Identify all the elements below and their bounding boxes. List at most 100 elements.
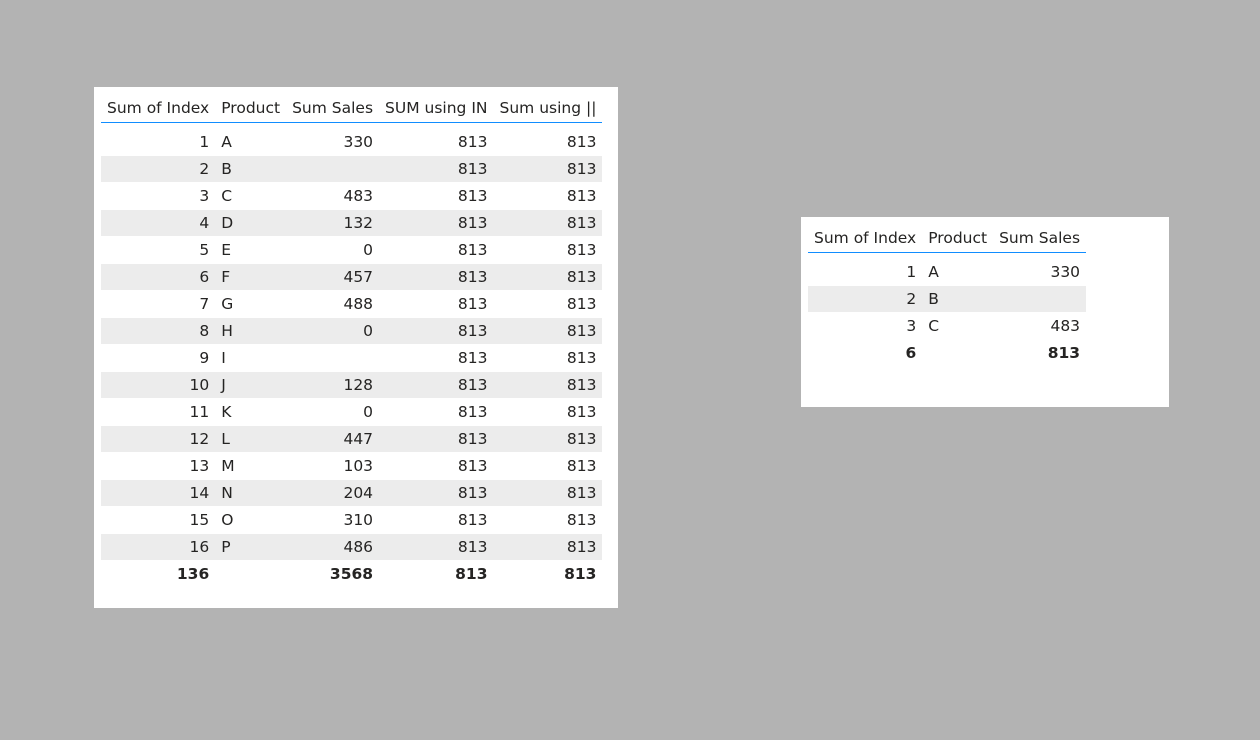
cell-sum-of-index: 13 bbox=[101, 452, 216, 480]
column-header-sum-sales[interactable]: Sum Sales bbox=[993, 223, 1087, 253]
table-row[interactable]: 3 C 483 bbox=[808, 312, 1087, 340]
cell-sum-using-or: 813 bbox=[493, 371, 603, 399]
cell-sum-using-or: 813 bbox=[493, 122, 603, 156]
cell-sum-of-index: 8 bbox=[101, 317, 216, 345]
cell-sum-sales: 330 bbox=[993, 252, 1087, 286]
cell-sum-of-index: 16 bbox=[101, 533, 216, 561]
table-row[interactable]: 16 P 486 813 813 bbox=[101, 533, 603, 561]
cell-sum-using-or: 813 bbox=[493, 236, 603, 264]
cell-sum-using-in: 813 bbox=[379, 236, 494, 264]
column-header-sum-of-index[interactable]: Sum of Index bbox=[808, 223, 923, 253]
cell-sum-of-index: 10 bbox=[101, 371, 216, 399]
cell-sum-sales: 132 bbox=[286, 209, 380, 237]
table-row[interactable]: 7 G 488 813 813 bbox=[101, 290, 603, 318]
cell-product: C bbox=[922, 312, 994, 340]
cell-sum-sales: 486 bbox=[286, 533, 380, 561]
total-sum-sales: 3568 bbox=[286, 560, 380, 587]
column-header-sum-using-or[interactable]: Sum using || bbox=[493, 93, 603, 123]
cell-sum-using-in: 813 bbox=[379, 479, 494, 507]
table-row[interactable]: 13 M 103 813 813 bbox=[101, 452, 603, 480]
cell-sum-using-in: 813 bbox=[379, 317, 494, 345]
cell-sum-of-index: 1 bbox=[101, 122, 216, 156]
cell-sum-using-in: 813 bbox=[379, 209, 494, 237]
table-row[interactable]: 11 K 0 813 813 bbox=[101, 398, 603, 426]
table-row[interactable]: 12 L 447 813 813 bbox=[101, 425, 603, 453]
cell-sum-of-index: 2 bbox=[101, 155, 216, 183]
table-visual-filtered[interactable]: Sum of Index Product Sum Sales 1 A 330 2 B 3 C… bbox=[801, 217, 1169, 407]
cell-sum-using-or: 813 bbox=[493, 479, 603, 507]
cell-product: B bbox=[215, 155, 287, 183]
table-row[interactable]: 1 A 330 813 813 bbox=[101, 122, 603, 156]
cell-sum-sales: 103 bbox=[286, 452, 380, 480]
cell-product: J bbox=[215, 371, 287, 399]
table-row[interactable]: 8 H 0 813 813 bbox=[101, 317, 603, 345]
cell-product: P bbox=[215, 533, 287, 561]
total-sum-using-or: 813 bbox=[493, 560, 603, 587]
cell-sum-using-or: 813 bbox=[493, 263, 603, 291]
cell-product: G bbox=[215, 290, 287, 318]
cell-sum-sales: 483 bbox=[286, 182, 380, 210]
cell-sum-using-or: 813 bbox=[493, 452, 603, 480]
totals-row: 6 813 bbox=[808, 339, 1087, 366]
cell-sum-using-or: 813 bbox=[493, 506, 603, 534]
cell-sum-using-in: 813 bbox=[379, 425, 494, 453]
cell-sum-of-index: 3 bbox=[808, 312, 923, 340]
column-header-sum-of-index[interactable]: Sum of Index bbox=[101, 93, 216, 123]
cell-sum-using-or: 813 bbox=[493, 209, 603, 237]
cell-sum-of-index: 9 bbox=[101, 344, 216, 372]
table-row[interactable]: 2 B 813 813 bbox=[101, 155, 603, 183]
column-header-sum-sales[interactable]: Sum Sales bbox=[286, 93, 380, 123]
cell-sum-using-or: 813 bbox=[493, 533, 603, 561]
table-row[interactable]: 14 N 204 813 813 bbox=[101, 479, 603, 507]
cell-sum-using-in: 813 bbox=[379, 182, 494, 210]
total-sum-sales: 813 bbox=[993, 339, 1087, 366]
header-row: Sum of Index Product Sum Sales bbox=[808, 223, 1087, 253]
cell-sum-of-index: 15 bbox=[101, 506, 216, 534]
cell-product: I bbox=[215, 344, 287, 372]
cell-product: L bbox=[215, 425, 287, 453]
cell-sum-using-in: 813 bbox=[379, 290, 494, 318]
cell-product: A bbox=[922, 252, 994, 286]
column-header-sum-using-in[interactable]: SUM using IN bbox=[379, 93, 494, 123]
table-row[interactable]: 3 C 483 813 813 bbox=[101, 182, 603, 210]
table-visual-main[interactable]: Sum of Index Product Sum Sales SUM using… bbox=[94, 87, 618, 608]
cell-sum-using-or: 813 bbox=[493, 182, 603, 210]
total-product bbox=[922, 339, 994, 366]
cell-product: H bbox=[215, 317, 287, 345]
cell-sum-sales: 447 bbox=[286, 425, 380, 453]
total-sum-of-index: 6 bbox=[808, 339, 923, 366]
cell-sum-using-in: 813 bbox=[379, 344, 494, 372]
cell-product: M bbox=[215, 452, 287, 480]
cell-sum-using-or: 813 bbox=[493, 344, 603, 372]
cell-sum-using-or: 813 bbox=[493, 398, 603, 426]
table-row[interactable]: 15 O 310 813 813 bbox=[101, 506, 603, 534]
table-row[interactable]: 4 D 132 813 813 bbox=[101, 209, 603, 237]
table-row[interactable]: 6 F 457 813 813 bbox=[101, 263, 603, 291]
cell-sum-sales bbox=[993, 285, 1087, 313]
cell-product: A bbox=[215, 122, 287, 156]
cell-product: K bbox=[215, 398, 287, 426]
table-row[interactable]: 2B bbox=[808, 285, 1087, 313]
cell-sum-of-index: 4 bbox=[101, 209, 216, 237]
cell-product: E bbox=[215, 236, 287, 264]
table-row[interactable]: 5 E 0 813 813 bbox=[101, 236, 603, 264]
cell-sum-using-or: 813 bbox=[493, 155, 603, 183]
cell-sum-of-index: 5 bbox=[101, 236, 216, 264]
cell-sum-sales: 204 bbox=[286, 479, 380, 507]
cell-product: F bbox=[215, 263, 287, 291]
cell-sum-using-in: 813 bbox=[379, 506, 494, 534]
cell-product: O bbox=[215, 506, 287, 534]
cell-sum-sales bbox=[286, 344, 380, 372]
cell-sum-using-in: 813 bbox=[379, 263, 494, 291]
table-body: 1 A 330 2 B 3 C 483 bbox=[808, 252, 1087, 340]
cell-product: B bbox=[922, 285, 994, 313]
table-row[interactable]: 1 A 330 bbox=[808, 252, 1087, 286]
cell-sum-of-index: 2 bbox=[808, 285, 923, 313]
column-header-product[interactable]: Product bbox=[922, 223, 994, 253]
cell-sum-of-index: 7 bbox=[101, 290, 216, 318]
cell-sum-of-index: 3 bbox=[101, 182, 216, 210]
table-row[interactable]: 10 J 128 813 813 bbox=[101, 371, 603, 399]
column-header-product[interactable]: Product bbox=[215, 93, 287, 123]
table-row[interactable]: 9 I 813 813 bbox=[101, 344, 603, 372]
cell-sum-using-or: 813 bbox=[493, 425, 603, 453]
